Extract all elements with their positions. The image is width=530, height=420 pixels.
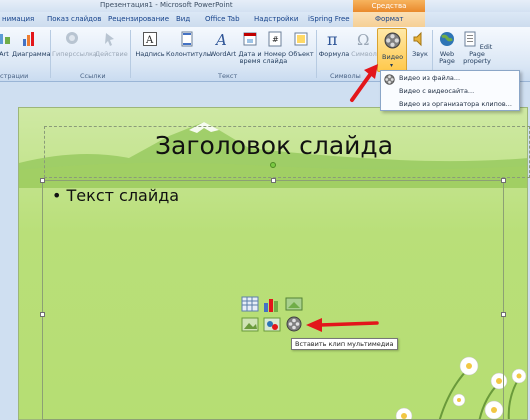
menu-item-label: Видео из файла... [399,74,461,82]
rotation-handle[interactable] [270,162,276,168]
symbol-label: Символ [351,50,377,58]
smartart-label: Art [0,50,9,58]
chevron-down-icon: ▾ [390,62,394,69]
action-icon [105,33,114,46]
group-separator [130,30,131,78]
ribbon-tab-row: нимация Показ слайдов Рецензирование Вид… [0,12,530,27]
hyperlink-icon [66,32,78,44]
chart-label: Диаграмма [12,50,51,58]
svg-text:A: A [215,31,227,47]
wordart-button[interactable]: A WordArt [208,31,238,58]
insert-chart-icon[interactable] [264,299,278,312]
hyperlink-button[interactable]: Гиперссылка [52,31,97,58]
slide-number-button[interactable]: # Номер слайда [262,31,288,65]
insert-smartart-icon[interactable] [285,297,303,311]
menu-item-video-from-website[interactable]: Видео с видеосайта... [381,84,519,97]
chart-button[interactable]: Диаграмма [12,31,51,58]
globe-icon [440,32,454,46]
bullet-marker: • [52,186,67,205]
insert-picture-icon[interactable] [241,317,259,332]
slide-title[interactable]: Заголовок слайда [155,131,393,160]
page-property-icon [464,31,476,47]
object-button[interactable]: Объект [288,31,314,58]
menu-item-video-from-clip-organizer[interactable]: Видео из организатора клипов... [381,97,519,110]
resize-handle[interactable] [40,312,45,317]
svg-text:π: π [327,31,338,47]
resize-handle[interactable] [501,178,506,183]
action-button[interactable]: Действие [95,31,128,58]
svg-text:#: # [272,35,279,44]
formula-button[interactable]: π Формула [318,30,350,58]
insert-clipart-icon[interactable] [263,317,281,332]
textbox-label: Надпись [135,50,165,58]
object-label: Объект [288,50,314,58]
svg-text:A: A [145,35,154,46]
header-footer-icon [181,31,193,47]
audio-button[interactable]: Звук [409,31,431,58]
group-text-label: Текст [218,72,238,80]
context-tab-header: Средства рисования [353,0,425,22]
bullet-text: Текст слайда [66,186,180,205]
pi-icon: π [327,30,338,49]
tab-ispring[interactable]: iSpring Free [308,15,350,23]
header-footer-button[interactable]: Колонтитулы [166,31,212,58]
textbox-button[interactable]: A Надпись [134,31,166,58]
tab-slideshow[interactable]: Показ слайдов [47,15,101,23]
tab-animation[interactable]: нимация [2,15,34,23]
video-label: Видео [382,53,404,61]
chart-icon [23,32,34,46]
textbox-icon: A [143,32,157,46]
edit-page-property-button[interactable]: Edit Page property [460,31,494,65]
audio-label: Звук [412,50,428,58]
slide-number-icon: # [268,31,282,47]
wordart-icon: A [214,31,227,49]
smartart-button[interactable]: Art [0,31,12,58]
group-separator [50,30,51,78]
insert-table-icon[interactable] [241,296,259,312]
resize-handle[interactable] [40,178,45,183]
header-footer-label: Колонтитулы [166,50,212,58]
omega-icon: Ω [357,31,369,49]
bullet-item[interactable]: • Текст слайда [52,186,179,205]
film-reel-icon [384,32,401,49]
action-label: Действие [95,50,128,58]
tab-view[interactable]: Вид [176,15,190,23]
group-illustrations-label: страции [0,72,29,80]
object-icon [294,32,308,46]
tab-review[interactable]: Рецензирование [108,15,169,23]
resize-handle[interactable] [271,178,276,183]
video-button[interactable]: Видео ▾ [377,28,407,72]
insert-media-clip-icon[interactable] [286,316,302,332]
tab-addins[interactable]: Надстройки [254,15,298,23]
resize-handle[interactable] [501,312,506,317]
svg-text:Ω: Ω [357,31,369,47]
title-bar: Презентация1 - Microsoft PowerPoint [0,0,530,12]
wordart-label: WordArt [209,50,237,58]
video-dropdown-menu: Видео из файла... Видео с видеосайта... … [380,70,520,111]
web-page-button[interactable]: Web Page [434,31,460,65]
datetime-button[interactable]: Дата и время [238,31,262,65]
formula-label: Формула [318,50,350,58]
web-page-label: Web Page [439,50,455,65]
tab-office-tab[interactable]: Office Tab [205,15,240,23]
tab-format-label: Формат [375,15,404,23]
menu-item-video-from-file[interactable]: Видео из файла... [381,71,519,85]
hyperlink-label: Гиперссылка [52,50,97,58]
tab-format[interactable]: Формат [353,12,425,27]
window-title: Презентация1 - Microsoft PowerPoint [100,1,233,9]
symbol-button[interactable]: Ω Символ [351,31,377,58]
slide-number-label: Номер слайда [262,50,288,65]
group-symbols-label: Символы [330,72,361,80]
datetime-label: Дата и время [238,50,262,65]
group-links-label: Ссылки [80,72,106,80]
group-separator [316,30,317,78]
menu-item-label: Видео с видеосайта... [399,87,475,95]
speaker-icon [413,31,422,47]
menu-item-label: Видео из организатора клипов... [399,100,512,108]
media-clip-tooltip: Вставить клип мультимедиа [291,338,398,350]
calendar-icon [243,32,257,46]
content-insert-icons [241,296,303,332]
smartart-icon [0,34,10,44]
